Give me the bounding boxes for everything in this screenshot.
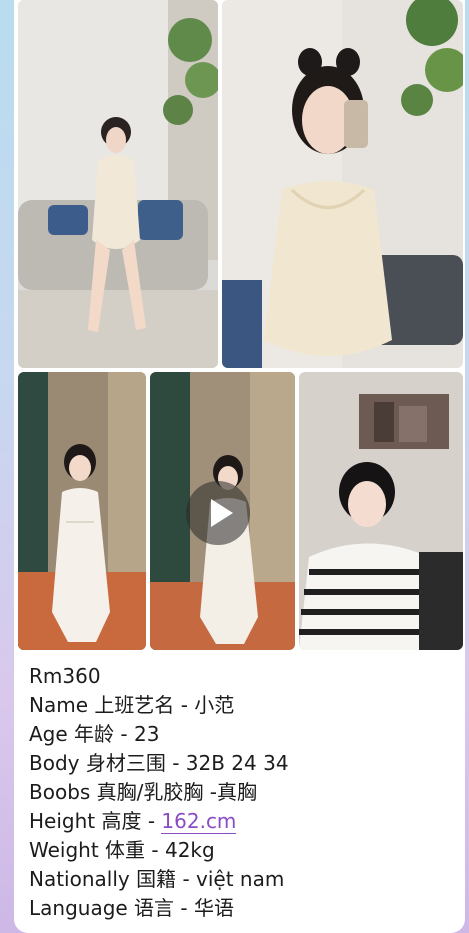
photo-sofa-wide[interactable] (18, 0, 218, 368)
age-text: Age 年龄 - 23 (29, 722, 160, 746)
height-line: Height 高度 - 162.cm (29, 807, 459, 836)
photo-sofa-wide-image (18, 0, 218, 368)
price-text: Rm360 (29, 664, 101, 688)
photo-lace-dress-image (18, 372, 146, 650)
photo-striped-top-image (299, 372, 463, 650)
boobs-text: Boobs 真胸/乳胶胸 -真胸 (29, 780, 257, 804)
photo-selfie-closeup-image (222, 0, 463, 368)
post-caption: Rm360 Name 上班艺名 - 小范 Age 年龄 - 23 Body 身材… (29, 662, 459, 923)
message-bubble: Rm360 Name 上班艺名 - 小范 Age 年龄 - 23 Body 身材… (14, 0, 465, 933)
photo-striped-top[interactable] (299, 372, 463, 650)
name-text: Name 上班艺名 - 小范 (29, 693, 235, 717)
photo-selfie-closeup[interactable] (222, 0, 463, 368)
play-icon[interactable] (186, 481, 250, 545)
language-text: Language 语言 - 华语 (29, 896, 234, 920)
photo-lace-dress[interactable] (18, 372, 146, 650)
body-text: Body 身材三围 - 32B 24 34 (29, 751, 289, 775)
height-label: Height 高度 - (29, 809, 162, 833)
weight-text: Weight 体重 - 42kg (29, 838, 215, 862)
nationality-text: Nationally 国籍 - việt nam (29, 867, 285, 891)
height-link[interactable]: 162.cm (161, 809, 237, 834)
